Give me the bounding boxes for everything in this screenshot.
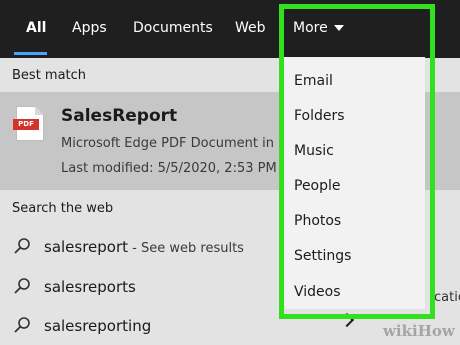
caret-down-icon[interactable] [334, 25, 344, 31]
tab-web[interactable]: Web [235, 20, 266, 36]
web-query: salesreporting [44, 317, 152, 335]
menu-item-photos[interactable]: Photos [294, 213, 341, 229]
tab-all[interactable]: All [26, 20, 46, 36]
search-icon [14, 317, 30, 333]
menu-item-videos[interactable]: Videos [294, 284, 341, 300]
web-query: salesreports [44, 278, 136, 296]
wikihow-watermark: wikiHow [383, 322, 455, 340]
pdf-label: PDF [18, 120, 34, 128]
result-title: SalesReport [61, 106, 178, 126]
partial-text: cation [434, 290, 460, 305]
pdf-file-icon: PDF [13, 106, 44, 141]
menu-item-music[interactable]: Music [294, 143, 334, 159]
result-modified: Last modified: 5/5/2020, 2:53 PM [61, 161, 277, 176]
tab-more[interactable]: More [293, 20, 328, 36]
tab-documents[interactable]: Documents [133, 20, 213, 36]
search-icon [14, 278, 30, 294]
tab-apps[interactable]: Apps [72, 20, 107, 36]
menu-item-people[interactable]: People [294, 178, 341, 194]
menu-item-settings[interactable]: Settings [294, 248, 351, 264]
active-tab-indicator [14, 52, 47, 55]
search-filter-bar: All Apps Documents Web More [0, 0, 460, 58]
result-subtitle: Microsoft Edge PDF Document in D [61, 136, 289, 151]
search-web-heading: Search the web [12, 201, 114, 216]
best-match-heading: Best match [12, 68, 87, 83]
menu-item-email[interactable]: Email [294, 73, 333, 89]
menu-item-folders[interactable]: Folders [294, 108, 345, 124]
web-query: salesreport [44, 238, 129, 256]
search-icon [14, 238, 30, 254]
web-query-suffix: - See web results [128, 241, 244, 256]
